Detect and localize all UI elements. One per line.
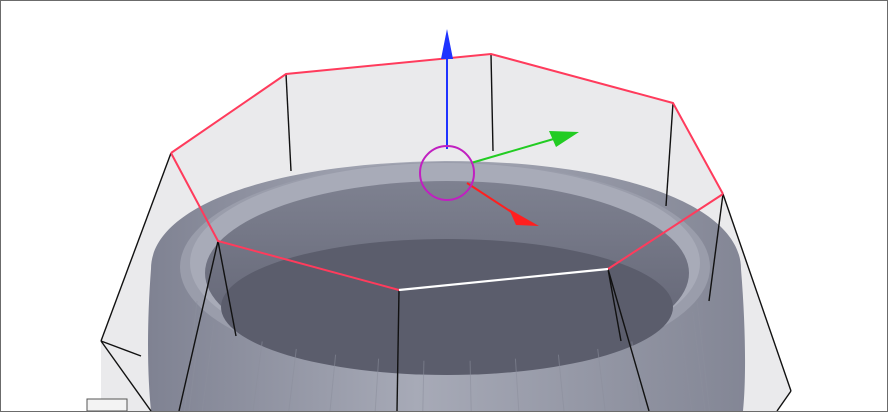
z-axis-arrow-icon[interactable]	[441, 29, 453, 59]
viewport-scene[interactable]	[1, 1, 887, 411]
viewport-corner-widget[interactable]	[86, 398, 128, 411]
3d-viewport[interactable]	[0, 0, 888, 412]
